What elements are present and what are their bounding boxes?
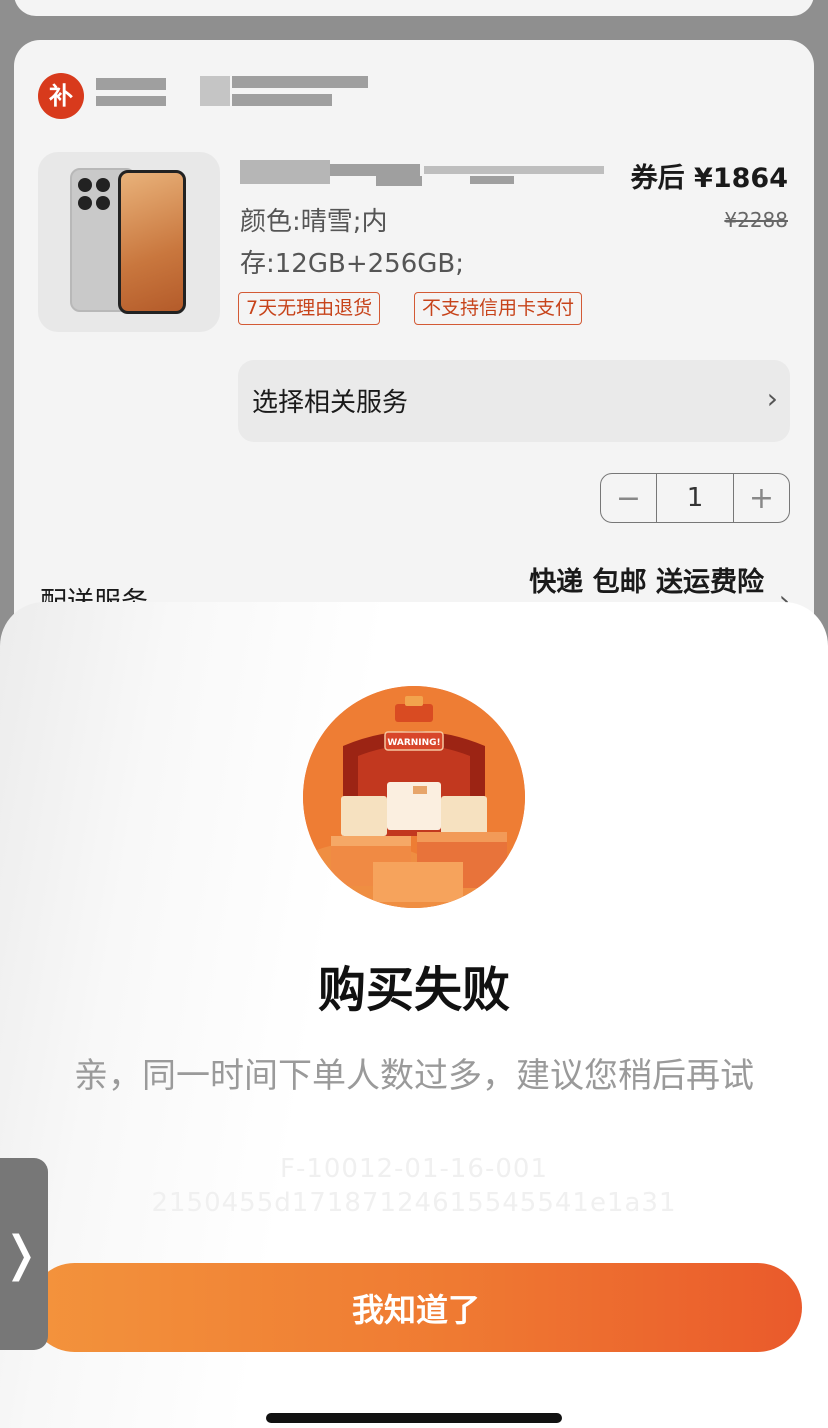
chevron-right-icon: ❭: [0, 1226, 42, 1282]
home-indicator[interactable]: [266, 1413, 562, 1423]
no-credit-card-tag: 不支持信用卡支付: [414, 292, 583, 325]
quantity-stepper[interactable]: − 1 +: [600, 473, 790, 523]
select-service-label: 选择相关服务: [252, 388, 409, 418]
warning-sign-text: WARNING!: [387, 738, 440, 748]
side-drawer-handle[interactable]: ❭: [0, 1158, 48, 1350]
acknowledge-button[interactable]: 我知道了: [30, 1263, 802, 1352]
modal-message: 亲，同一时间下单人数过多，建议您稍后再试: [74, 1056, 754, 1096]
phone-front-graphic: [118, 170, 186, 314]
modal-title: 购买失败: [317, 962, 510, 1018]
warning-truck-illustration: WARNING!: [303, 686, 525, 908]
error-code: F-10012-01-16-001: [280, 1154, 548, 1184]
product-image[interactable]: [38, 152, 220, 332]
return-policy-tag: 7天无理由退货: [238, 292, 381, 325]
shop-logo[interactable]: 补: [38, 73, 84, 119]
chevron-right-icon: ›: [766, 382, 778, 415]
original-price: ¥2288: [724, 208, 788, 232]
spec-line-1[interactable]: 颜色:晴雪;内: [240, 202, 388, 242]
previous-card: [14, 0, 814, 16]
quantity-value[interactable]: 1: [656, 474, 734, 522]
delivery-value[interactable]: 快递 包邮 送运费险: [529, 560, 764, 599]
trace-id: 2150455d17187124615545541e1a31: [151, 1188, 677, 1218]
coupon-price: 券后 ¥1864: [630, 163, 788, 194]
spec-line-2[interactable]: 存:12GB+256GB;: [240, 244, 464, 284]
select-service-row[interactable]: 选择相关服务 ›: [238, 360, 790, 442]
increase-quantity-button[interactable]: +: [734, 474, 789, 522]
decrease-quantity-button[interactable]: −: [601, 474, 656, 522]
